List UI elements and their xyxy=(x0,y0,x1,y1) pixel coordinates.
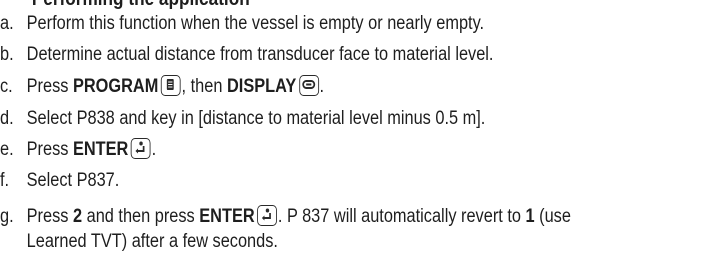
step-text: Select P837. xyxy=(26,170,120,191)
enter-key-icon xyxy=(130,138,151,159)
display-key-label: DISPLAY xyxy=(226,76,297,97)
display-key-icon xyxy=(298,75,319,96)
step-text: Determine actual distance from transduce… xyxy=(26,44,494,65)
enter-key-icon xyxy=(257,205,278,226)
program-key-label: PROGRAM xyxy=(72,76,159,97)
step-marker: d. xyxy=(0,108,14,129)
step-marker: g. xyxy=(0,206,14,227)
value-one: 1 xyxy=(525,206,535,227)
step-text: Press ENTER. xyxy=(26,138,157,160)
step-text: Learned TVT) after a few seconds. xyxy=(26,231,278,252)
enter-key-label: ENTER xyxy=(72,139,129,160)
instruction-page: Performing the application a. Perform th… xyxy=(0,0,626,263)
step-marker: b. xyxy=(0,44,14,65)
step-marker: e. xyxy=(0,139,14,160)
program-key-icon xyxy=(160,75,181,96)
step-marker: a. xyxy=(0,13,14,34)
step-text: Perform this function when the vessel is… xyxy=(26,13,485,34)
enter-key-label: ENTER xyxy=(199,206,255,227)
step-marker: c. xyxy=(0,76,13,97)
step-text: Select P838 and key in [distance to mate… xyxy=(26,108,486,129)
step-marker: f. xyxy=(0,170,10,191)
step-text: Press PROGRAM, then DISPLAY. xyxy=(26,75,325,97)
step-text: Press 2 and then press ENTER. P 837 will… xyxy=(26,205,571,227)
section-heading: Performing the application xyxy=(32,0,250,11)
